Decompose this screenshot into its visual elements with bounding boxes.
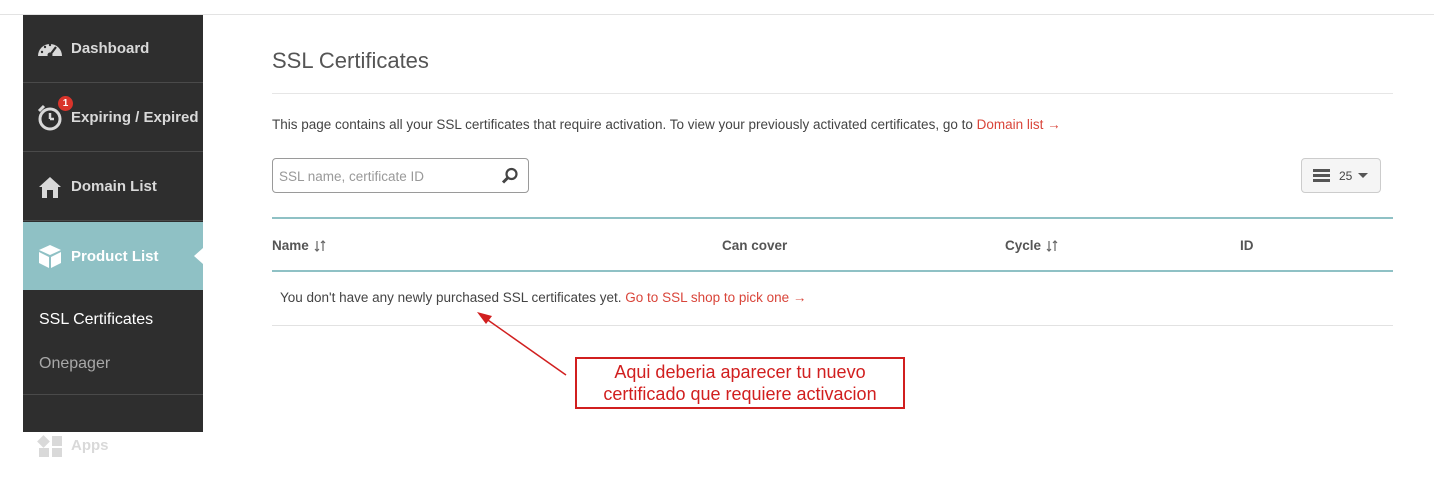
sidebar: Dashboard 1 Expiring / Expired Domain Li…	[23, 15, 203, 457]
home-icon	[35, 174, 65, 200]
column-header-label: Can cover	[722, 238, 788, 253]
list-icon	[1313, 169, 1330, 182]
sidebar-item-dashboard[interactable]: Dashboard	[23, 15, 203, 83]
apps-icon	[35, 432, 65, 458]
sidebar-item-label: Dashboard	[71, 40, 150, 57]
annotation-line-2: certificado que requiere activacion	[603, 384, 877, 404]
domain-list-link[interactable]: Domain list →	[977, 117, 1061, 132]
sidebar-item-label: Expiring / Expired	[71, 109, 199, 126]
sidebar-divider	[23, 394, 203, 395]
table-bottom-border	[272, 325, 1393, 326]
chevron-down-icon	[1358, 173, 1369, 178]
annotation-box: Aqui deberia aparecer tu nuevo certifica…	[575, 357, 905, 409]
sidebar-item-product-list[interactable]: Product List	[23, 222, 203, 290]
box-icon	[35, 243, 65, 269]
ssl-shop-link[interactable]: Go to SSL shop to pick one →	[625, 290, 806, 305]
empty-state-message: You don't have any newly purchased SSL c…	[280, 290, 806, 305]
top-divider	[0, 14, 1434, 15]
alarm-clock-icon: 1	[35, 94, 74, 131]
sidebar-item-domain-list[interactable]: Domain List	[23, 153, 203, 221]
column-header-cycle[interactable]: Cycle	[1005, 238, 1058, 253]
page-title: SSL Certificates	[272, 48, 429, 73]
notification-badge: 1	[57, 94, 74, 112]
annotation-line-1: Aqui deberia aparecer tu nuevo	[614, 362, 866, 382]
speedometer-icon	[35, 36, 65, 62]
search-icon[interactable]	[501, 167, 519, 185]
sort-icon	[1046, 239, 1058, 252]
subnav-onepager[interactable]: Onepager	[39, 355, 110, 373]
column-header-can-cover: Can cover	[722, 238, 787, 253]
title-divider	[272, 93, 1393, 94]
column-header-label: Cycle	[1005, 238, 1042, 253]
per-page-value: 25	[1339, 168, 1353, 183]
column-header-label: ID	[1240, 238, 1254, 253]
sidebar-item-label: Apps	[71, 436, 109, 454]
column-header-name[interactable]: Name	[272, 238, 326, 253]
table-top-border	[272, 217, 1393, 219]
column-header-id: ID	[1240, 238, 1254, 253]
intro-text-body: This page contains all your SSL certific…	[272, 117, 977, 132]
empty-state-text: You don't have any newly purchased SSL c…	[280, 290, 626, 305]
sidebar-item-expiring[interactable]: 1 Expiring / Expired	[23, 84, 203, 152]
per-page-dropdown[interactable]: 25	[1301, 158, 1381, 193]
column-header-label: Name	[272, 238, 309, 253]
search-input[interactable]	[279, 165, 494, 187]
table-header-border	[272, 270, 1393, 272]
search-box	[272, 158, 529, 193]
sidebar-item-label: Product List	[71, 247, 159, 265]
sidebar-item-label: Domain List	[71, 178, 157, 195]
sidebar-item-apps[interactable]: Apps	[23, 411, 203, 479]
intro-text: This page contains all your SSL certific…	[272, 117, 1061, 132]
sort-icon	[314, 239, 326, 252]
subnav-ssl-certificates[interactable]: SSL Certificates	[39, 311, 153, 329]
